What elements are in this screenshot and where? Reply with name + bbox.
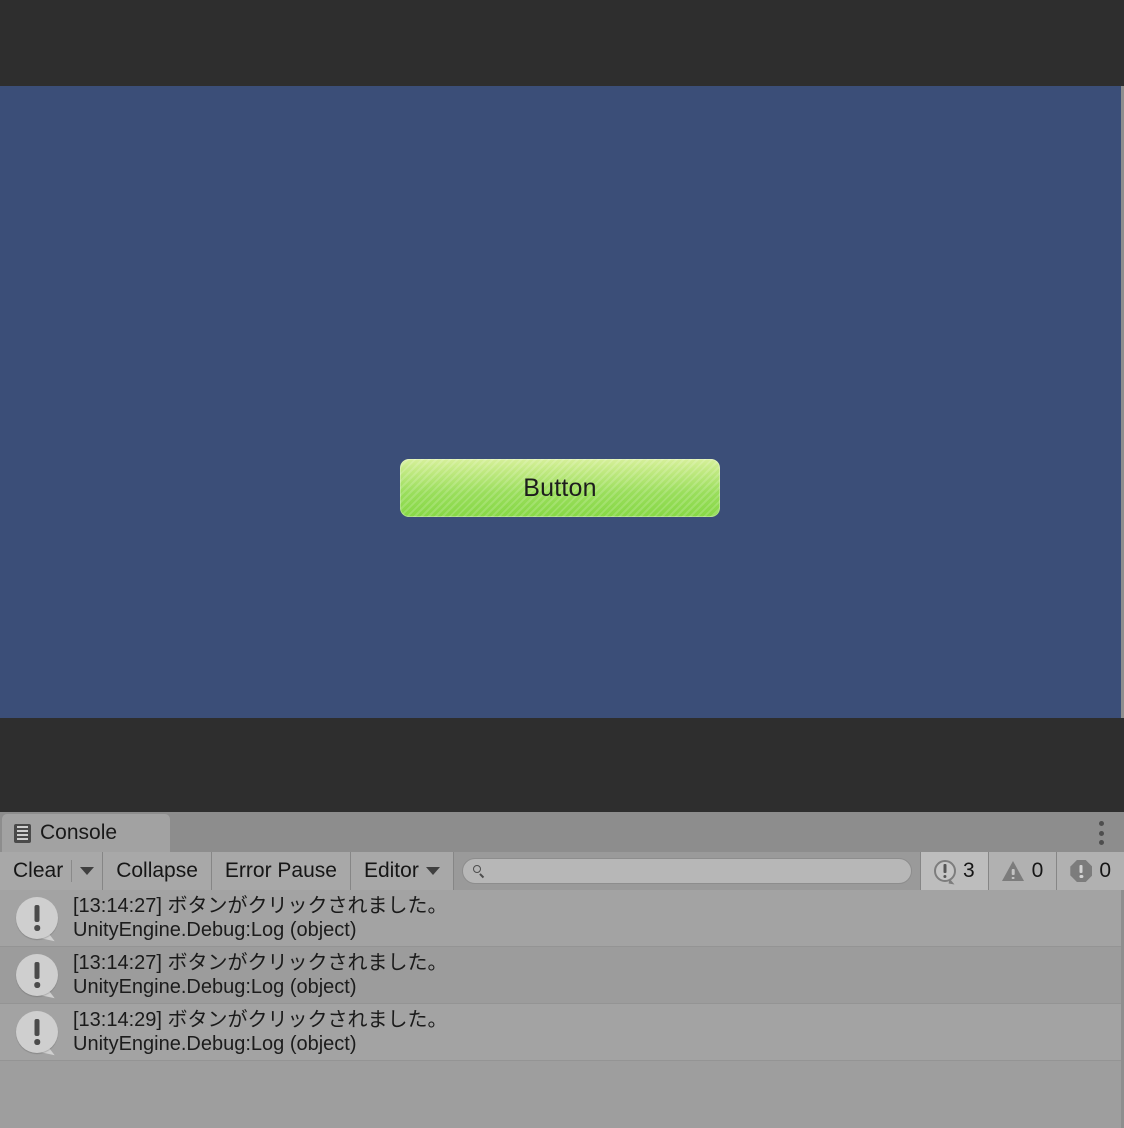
log-entry-message: [13:14:27] ボタンがクリックされました。: [73, 951, 448, 974]
error-pause-button-label: Error Pause: [224, 859, 337, 882]
console-lines-icon: [14, 823, 31, 843]
log-entry-text: [13:14:29] ボタンがクリックされました。 UnityEngine.De…: [73, 1008, 448, 1057]
error-counter[interactable]: 0: [1056, 852, 1124, 890]
warning-triangle-icon: [1001, 860, 1025, 882]
clear-divider: [71, 860, 73, 882]
unity-editor-window: Button Console Clear Collapse Error Paus…: [0, 0, 1124, 1128]
chevron-down-icon: [425, 867, 440, 875]
info-bubble-icon: [14, 895, 60, 942]
editor-dropdown-label: Editor: [363, 859, 419, 882]
search-input[interactable]: [491, 862, 901, 880]
game-view-top-chrome: [0, 0, 1124, 86]
info-bubble-icon: [933, 860, 956, 885]
warning-counter[interactable]: 0: [987, 852, 1057, 890]
info-counter-count: 3: [962, 859, 975, 882]
clear-button-label: Clear: [13, 859, 64, 882]
console-tab-strip: Console: [0, 812, 1124, 852]
console-log-list[interactable]: [13:14:27] ボタンがクリックされました。 UnityEngine.De…: [0, 890, 1124, 1128]
log-entry-text: [13:14:27] ボタンがクリックされました。 UnityEngine.De…: [73, 951, 448, 1000]
tab-console[interactable]: Console: [2, 814, 170, 852]
console-window: Console Clear Collapse Error Pause Edito…: [0, 812, 1124, 1128]
warning-counter-count: 0: [1031, 859, 1044, 882]
error-counter-count: 0: [1099, 859, 1111, 882]
error-octagon-icon: [1070, 860, 1093, 882]
log-entry-row[interactable]: [13:14:29] ボタンがクリックされました。 UnityEngine.De…: [0, 1004, 1124, 1061]
log-entry-stack: UnityEngine.Debug:Log (object): [73, 919, 357, 941]
log-entry-row[interactable]: [13:14:27] ボタンがクリックされました。 UnityEngine.De…: [0, 890, 1124, 947]
tab-console-label: Console: [40, 821, 118, 844]
collapse-button[interactable]: Collapse: [103, 852, 212, 890]
error-pause-button[interactable]: Error Pause: [211, 852, 351, 890]
info-bubble-icon: [14, 952, 60, 999]
log-entry-message: [13:14:29] ボタンがクリックされました。: [73, 1008, 448, 1031]
console-toolbar: Clear Collapse Error Pause Editor 3 0 0: [0, 852, 1124, 890]
game-ui-button-label: Button: [523, 473, 597, 502]
log-entry-text: [13:14:27] ボタンがクリックされました。 UnityEngine.De…: [73, 894, 448, 943]
info-counter[interactable]: 3: [919, 852, 988, 890]
search-icon: [472, 864, 486, 878]
chevron-down-icon[interactable]: [80, 867, 95, 875]
log-entry-stack: UnityEngine.Debug:Log (object): [73, 1033, 357, 1055]
collapse-button-label: Collapse: [116, 859, 198, 882]
kebab-menu-icon[interactable]: [1098, 821, 1104, 845]
log-entry-row[interactable]: [13:14:27] ボタンがクリックされました。 UnityEngine.De…: [0, 947, 1124, 1004]
search-field[interactable]: [461, 858, 912, 884]
log-entry-stack: UnityEngine.Debug:Log (object): [73, 976, 357, 998]
clear-button[interactable]: Clear: [0, 852, 104, 890]
game-ui-button[interactable]: Button: [400, 459, 720, 517]
editor-dropdown-button[interactable]: Editor: [350, 852, 454, 890]
game-view[interactable]: Button: [0, 86, 1121, 718]
game-view-bottom-chrome: [0, 718, 1124, 812]
info-bubble-icon: [14, 1009, 60, 1056]
search-container: [453, 852, 920, 890]
log-entry-message: [13:14:27] ボタンがクリックされました。: [73, 894, 448, 917]
